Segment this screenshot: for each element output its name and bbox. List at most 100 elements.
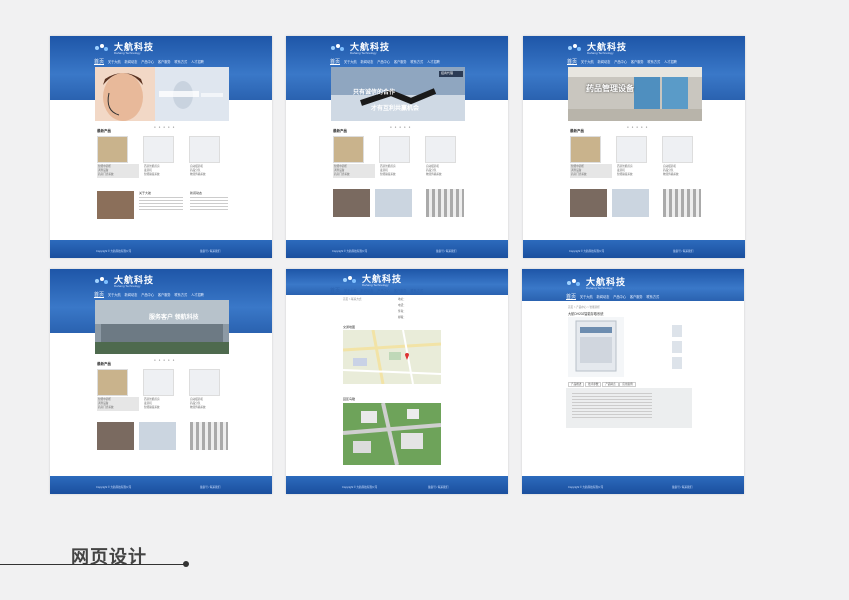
product-thumb[interactable] xyxy=(425,136,456,163)
carousel-dots[interactable]: ● ● ● ● ● xyxy=(154,125,175,129)
tab-features[interactable]: 产品特点 xyxy=(602,382,619,387)
product-thumb[interactable] xyxy=(616,136,647,163)
nav-item[interactable]: 新闻动态 xyxy=(361,60,374,64)
nav-item[interactable]: 新闻动态 xyxy=(125,293,138,297)
nav-item[interactable]: 联系方式 xyxy=(646,295,659,299)
product-main-image[interactable] xyxy=(568,317,624,377)
nav-item[interactable]: 联系方式 xyxy=(410,60,423,64)
main-nav: 首页 关于大航 新闻动态 产品中心 客户服务 联系方式 人才招聘 xyxy=(523,58,745,66)
nav-item[interactable]: 关于大航 xyxy=(108,293,121,297)
nav-item[interactable]: 关于大航 xyxy=(581,60,594,64)
nav-item[interactable]: 人才招聘 xyxy=(191,293,204,297)
aerial-view[interactable] xyxy=(343,403,441,465)
shelf-thumb[interactable] xyxy=(426,189,464,217)
site-logo[interactable]: 大航科技 Dahang Technology xyxy=(94,273,184,291)
tab-cases[interactable]: 应用案例 xyxy=(619,382,636,387)
nav-item[interactable]: 首页 xyxy=(94,292,104,298)
banner-pharmacy-equipment[interactable]: 药品管理设备 xyxy=(568,67,702,121)
banner-handshake[interactable]: 只有诚信的合作 才有互利共赢机会 招商代理 xyxy=(331,67,465,121)
logo-mark-icon xyxy=(343,276,356,283)
nav-item[interactable]: 关于大航 xyxy=(344,60,357,64)
carousel-dots[interactable]: ● ● ● ● ● xyxy=(390,125,411,129)
product-thumb[interactable] xyxy=(672,341,682,353)
caption-dot xyxy=(183,561,189,567)
contact-info: 地址： 电话： 传真： 邮箱： xyxy=(398,298,406,319)
nav-item[interactable]: 客户服务 xyxy=(394,60,407,64)
nav-item[interactable]: 客户服务 xyxy=(631,60,644,64)
carousel-dots[interactable]: ● ● ● ● ● xyxy=(154,358,175,362)
shelf-thumb[interactable] xyxy=(663,189,701,217)
nav-item[interactable]: 客户服务 xyxy=(158,60,171,64)
site-logo[interactable]: 大航科技 Dahang Technology xyxy=(566,275,656,293)
intro-photo xyxy=(570,189,607,217)
banner-building[interactable]: 服务客户 领航科技 xyxy=(95,300,229,354)
mockup-product-detail: 大航科技 Dahang Technology 首页 关于大航 新闻动态 产品中心… xyxy=(522,269,744,494)
nav-item[interactable]: 产品中心 xyxy=(613,295,626,299)
product-thumb[interactable] xyxy=(97,136,128,163)
nav-item[interactable]: 人才招聘 xyxy=(664,60,677,64)
product-thumb[interactable] xyxy=(143,136,174,163)
product-thumb[interactable] xyxy=(379,136,410,163)
site-logo[interactable]: 大航科技 Dahang Technology xyxy=(330,40,420,58)
site-logo[interactable]: 大航科技 Dahang Technology xyxy=(567,40,657,58)
nav-item[interactable]: 产品中心 xyxy=(141,60,154,64)
nav-item[interactable]: 联系方式 xyxy=(647,60,660,64)
nav-item[interactable]: 联系方式 xyxy=(174,293,187,297)
product-title: 大航DH202智能存取系统 xyxy=(568,312,604,316)
photo-thumb[interactable] xyxy=(375,189,412,217)
tab-overview[interactable]: 产品概述 xyxy=(568,382,585,387)
banner-image xyxy=(568,67,702,121)
product-thumb[interactable] xyxy=(672,325,682,337)
product-list-col2: 西药智能药房 发药机 智能输液系统 xyxy=(617,165,633,176)
nav-item[interactable]: 关于大航 xyxy=(108,60,121,64)
nav-item[interactable]: 产品中心 xyxy=(377,60,390,64)
nav-item[interactable]: 首页 xyxy=(330,288,340,294)
nav-item[interactable]: 人才招聘 xyxy=(427,60,440,64)
nav-item[interactable]: 新闻动态 xyxy=(597,295,610,299)
site-footer: Copyright © 大航科技有限公司 备案号 / 联系我们 xyxy=(50,240,272,258)
nav-item[interactable]: 关于大航 xyxy=(344,289,357,293)
nav-item[interactable]: 人才招聘 xyxy=(191,60,204,64)
product-thumb[interactable] xyxy=(570,136,601,163)
nav-item[interactable]: 产品中心 xyxy=(377,289,390,293)
banner-call-center[interactable] xyxy=(95,67,229,121)
intro-photo xyxy=(97,191,134,219)
product-thumb[interactable] xyxy=(189,369,220,396)
nav-item[interactable]: 产品中心 xyxy=(141,293,154,297)
main-nav: 首页 关于大航 新闻动态 产品中心 客户服务 联系方式 人才招聘 xyxy=(286,58,508,66)
products-title: 最新产品 xyxy=(97,362,111,366)
map-title: 交通地图 xyxy=(343,325,356,329)
tab-specs[interactable]: 技术参数 xyxy=(585,382,602,387)
nav-item[interactable]: 新闻动态 xyxy=(598,60,611,64)
nav-item[interactable]: 关于大航 xyxy=(580,295,593,299)
product-tabs: 产品概述 技术参数 产品特点 应用案例 xyxy=(568,382,636,387)
nav-item[interactable]: 新闻动态 xyxy=(361,289,374,293)
nav-item[interactable]: 客户服务 xyxy=(394,289,407,293)
nav-item[interactable]: 首页 xyxy=(330,59,340,65)
photo-thumb[interactable] xyxy=(139,422,176,450)
nav-item[interactable]: 客户服务 xyxy=(158,293,171,297)
nav-item[interactable]: 首页 xyxy=(567,59,577,65)
product-thumb[interactable] xyxy=(662,136,693,163)
nav-item[interactable]: 联系方式 xyxy=(410,289,423,293)
product-thumb[interactable] xyxy=(189,136,220,163)
product-thumb[interactable] xyxy=(672,357,682,369)
product-thumb[interactable] xyxy=(97,369,128,396)
product-list-col1: 智能中药柜 调剂设备 药房门诊系统 xyxy=(334,165,350,176)
site-logo[interactable]: 大航科技 Dahang Technology xyxy=(94,40,184,58)
street-map[interactable] xyxy=(343,330,441,384)
nav-item[interactable]: 产品中心 xyxy=(614,60,627,64)
nav-item[interactable]: 客户服务 xyxy=(630,295,643,299)
carousel-dots[interactable]: ● ● ● ● ● xyxy=(627,125,648,129)
product-thumb[interactable] xyxy=(143,369,174,396)
nav-item[interactable]: 新闻动态 xyxy=(125,60,138,64)
shelf-thumb[interactable] xyxy=(190,422,228,450)
main-nav: 首页 关于大航 新闻动态 产品中心 客户服务 联系方式 xyxy=(522,293,744,301)
mockup-home-4: 大航科技 Dahang Technology 首页 关于大航 新闻动态 产品中心… xyxy=(50,269,272,494)
nav-item[interactable]: 首页 xyxy=(94,59,104,65)
nav-item[interactable]: 首页 xyxy=(566,294,576,300)
product-thumb[interactable] xyxy=(333,136,364,163)
nav-item[interactable]: 联系方式 xyxy=(174,60,187,64)
photo-thumb[interactable] xyxy=(612,189,649,217)
mockup-home-3: 大航科技 Dahang Technology 首页 关于大航 新闻动态 产品中心… xyxy=(523,36,745,258)
